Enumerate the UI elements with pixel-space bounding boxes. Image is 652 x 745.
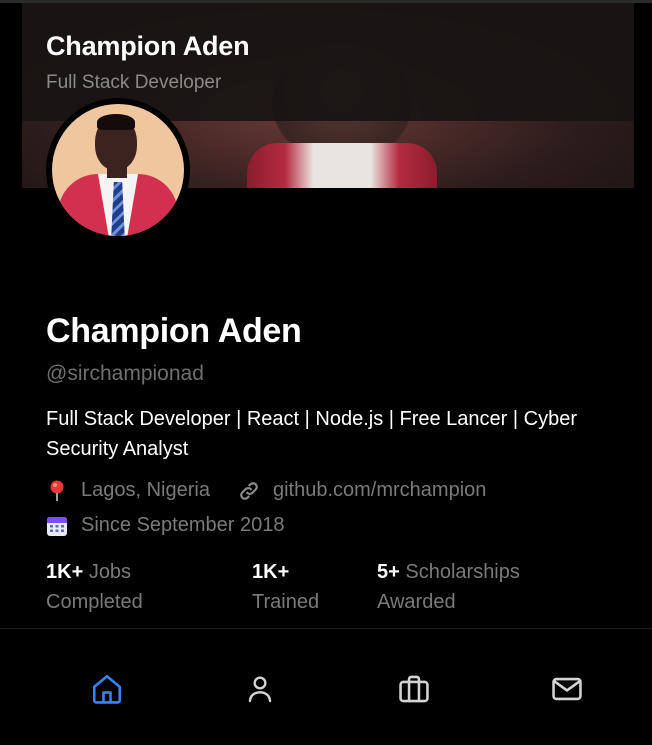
location-text: Lagos, Nigeria (81, 479, 210, 501)
nav-mail-button[interactable] (547, 669, 587, 709)
profile-joined-row: Since September 2018 (46, 514, 312, 537)
briefcase-icon (399, 675, 429, 703)
profile-name: Champion Aden (46, 312, 302, 350)
stat-value: 1K+ (46, 561, 84, 583)
header-title: Champion Aden (46, 31, 250, 61)
stat-value: 5+ (377, 561, 400, 583)
location-item: Lagos, Nigeria (46, 479, 210, 502)
profile-handle: @sirchampionad (46, 362, 204, 385)
joined-text: Since September 2018 (81, 514, 285, 536)
header-subtitle: Full Stack Developer (46, 72, 222, 93)
stat-scholarships: 5+ Scholarships Awarded (377, 557, 520, 617)
joined-item: Since September 2018 (46, 514, 284, 537)
user-icon (248, 676, 272, 703)
mail-icon (552, 677, 582, 701)
avatar[interactable] (46, 98, 190, 242)
stat-label: Scholarships (405, 561, 520, 583)
home-icon (92, 674, 122, 704)
profile-meta-row: Lagos, Nigeria github.com/mrchampion (46, 479, 514, 502)
bottom-nav (0, 629, 652, 745)
stat-jobs: 1K+ Jobs Completed (46, 557, 143, 617)
stat-trained: 1K+ Trained (252, 557, 319, 617)
nav-profile-button[interactable] (240, 669, 280, 709)
nav-work-button[interactable] (394, 669, 434, 709)
stat-label: Trained (252, 591, 320, 613)
pin-icon (46, 480, 68, 502)
stat-label: Completed (46, 591, 143, 613)
stat-label: Jobs (88, 561, 132, 583)
stat-label: Awarded (377, 591, 456, 613)
profile-bio: Full Stack Developer | React | Node.js |… (46, 408, 577, 460)
calendar-icon (46, 515, 68, 537)
cover-photo-shirt (247, 143, 437, 188)
nav-home-button[interactable] (87, 669, 127, 709)
website-item[interactable]: github.com/mrchampion (238, 479, 486, 502)
stat-value: 1K+ (252, 561, 290, 583)
link-icon (238, 480, 260, 502)
avatar-photo (52, 104, 184, 236)
website-link[interactable]: github.com/mrchampion (273, 479, 486, 502)
